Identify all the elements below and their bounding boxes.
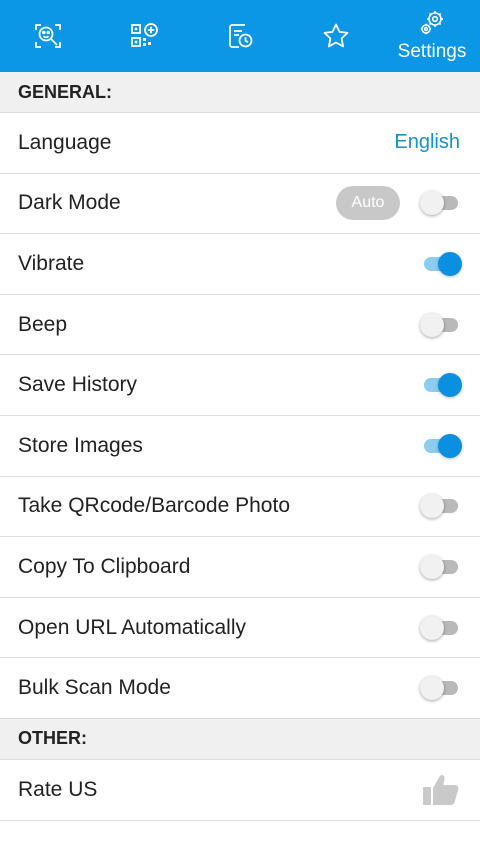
scan-face-icon — [35, 24, 61, 48]
setting-dark-mode[interactable]: Dark Mode Auto — [0, 173, 480, 235]
save-history-toggle[interactable] — [420, 373, 462, 398]
setting-store-images-label: Store Images — [18, 433, 143, 457]
beep-toggle[interactable] — [420, 312, 460, 337]
setting-copy-clipboard[interactable]: Copy To Clipboard — [0, 537, 480, 598]
toggle-thumb[interactable] — [438, 373, 462, 398]
toggle-thumb[interactable] — [420, 615, 444, 640]
setting-beep-label: Beep — [18, 312, 68, 336]
setting-save-history-label: Save History — [18, 373, 138, 397]
setting-beep[interactable]: Beep — [0, 294, 480, 356]
setting-language-value[interactable]: English — [394, 131, 460, 154]
setting-dark-mode-label: Dark Mode — [18, 191, 121, 215]
tab-settings[interactable]: Settings — [384, 0, 480, 72]
toggle-thumb[interactable] — [438, 251, 462, 276]
tab-create-qr[interactable] — [96, 0, 192, 72]
section-header-general: GENERAL: — [0, 72, 480, 113]
setting-rate-us-label: Rate US — [18, 777, 98, 801]
setting-bulk-scan-label: Bulk Scan Mode — [18, 676, 171, 700]
tab-settings-label: Settings — [397, 41, 467, 62]
toggle-thumb[interactable] — [420, 191, 444, 216]
toggle-thumb[interactable] — [420, 312, 444, 337]
setting-language-label: Language — [18, 130, 112, 154]
history-icon — [229, 24, 253, 48]
setting-take-photo-label: Take QRcode/Barcode Photo — [18, 494, 290, 518]
setting-open-url-label: Open URL Automatically — [18, 615, 246, 639]
tab-history[interactable] — [192, 0, 288, 72]
section-header-other: OTHER: — [0, 718, 480, 760]
tab-favorites[interactable] — [288, 0, 384, 72]
tab-scan[interactable] — [0, 0, 96, 72]
setting-take-photo[interactable]: Take QRcode/Barcode Photo — [0, 476, 480, 538]
setting-bulk-scan[interactable]: Bulk Scan Mode — [0, 658, 480, 719]
setting-vibrate[interactable]: Vibrate — [0, 234, 480, 295]
vibrate-toggle[interactable] — [420, 251, 462, 276]
toggle-thumb[interactable] — [420, 676, 444, 701]
qr-add-icon — [131, 23, 158, 47]
setting-language[interactable]: Language English — [0, 113, 480, 174]
toggle-thumb[interactable] — [438, 433, 462, 458]
bulk-scan-toggle[interactable] — [420, 676, 460, 701]
setting-store-images[interactable]: Store Images — [0, 415, 480, 477]
setting-open-url[interactable]: Open URL Automatically — [0, 597, 480, 659]
setting-copy-clipboard-label: Copy To Clipboard — [18, 554, 191, 578]
top-tab-bar: Settings — [0, 0, 480, 72]
setting-save-history[interactable]: Save History — [0, 355, 480, 416]
settings-list: GENERAL: Language English Dark Mode Auto… — [0, 72, 480, 821]
setting-rate-us[interactable]: Rate US — [0, 759, 480, 821]
thumbs-up-icon[interactable] — [422, 773, 460, 807]
dark-mode-toggle[interactable] — [420, 191, 460, 216]
toggle-thumb[interactable] — [420, 554, 444, 579]
setting-vibrate-label: Vibrate — [18, 251, 85, 275]
dark-mode-auto-button[interactable]: Auto — [336, 186, 400, 221]
open-url-toggle[interactable] — [420, 615, 460, 640]
store-images-toggle[interactable] — [420, 433, 462, 458]
gear-icon — [420, 11, 443, 35]
toggle-thumb[interactable] — [420, 494, 444, 519]
star-icon — [323, 23, 349, 48]
take-photo-toggle[interactable] — [420, 494, 460, 519]
copy-clipboard-toggle[interactable] — [420, 554, 460, 579]
